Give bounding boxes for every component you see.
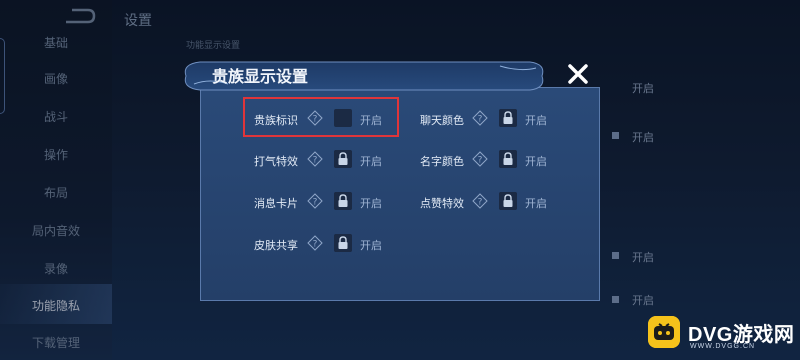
- option-label-skin-share: 皮肤共享: [254, 240, 298, 252]
- option-label-message-card: 消息卡片: [254, 198, 298, 210]
- option-label-cheer-effect: 打气特效: [254, 156, 298, 168]
- lock-icon[interactable]: [499, 150, 517, 168]
- svg-text:?: ?: [313, 198, 318, 208]
- option-state-label: 开启: [360, 198, 382, 210]
- lock-icon[interactable]: [499, 109, 517, 127]
- svg-text:?: ?: [478, 156, 483, 166]
- close-icon[interactable]: [566, 62, 590, 86]
- svg-text:?: ?: [478, 198, 483, 208]
- svg-text:?: ?: [478, 115, 483, 125]
- help-icon[interactable]: ?: [472, 110, 488, 126]
- option-state-label: 开启: [525, 156, 547, 168]
- option-label-like-effect: 点赞特效: [420, 198, 464, 210]
- lock-icon[interactable]: [334, 150, 352, 168]
- svg-text:?: ?: [313, 156, 318, 166]
- help-icon[interactable]: ?: [472, 151, 488, 167]
- annotation-highlight-box: [243, 97, 399, 137]
- help-icon[interactable]: ?: [307, 235, 323, 251]
- help-icon[interactable]: ?: [307, 193, 323, 209]
- lock-icon[interactable]: [334, 192, 352, 210]
- svg-text:?: ?: [313, 240, 318, 250]
- option-state-label: 开启: [360, 240, 382, 252]
- option-state-label: 开启: [360, 156, 382, 168]
- help-icon[interactable]: ?: [307, 151, 323, 167]
- option-label-name-color: 名字颜色: [420, 156, 464, 168]
- option-state-label: 开启: [525, 115, 547, 127]
- lock-icon[interactable]: [499, 192, 517, 210]
- lock-icon[interactable]: [334, 234, 352, 252]
- dialog-title: 贵族显示设置: [212, 69, 309, 86]
- option-state-label: 开启: [525, 198, 547, 210]
- watermark-logo-icon: [648, 316, 680, 348]
- option-label-chat-color: 聊天颜色: [420, 115, 464, 127]
- help-icon[interactable]: ?: [472, 193, 488, 209]
- watermark-url: WWW.DVGG.CN: [690, 343, 756, 350]
